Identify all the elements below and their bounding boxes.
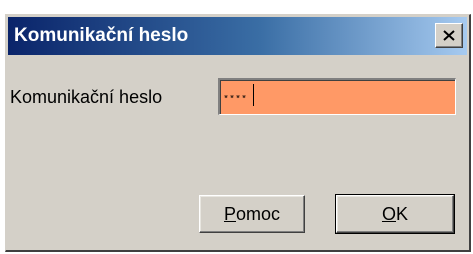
close-button[interactable] <box>435 23 463 48</box>
ok-button[interactable]: OK <box>335 194 455 234</box>
title-bar[interactable]: Komunikační heslo <box>8 17 467 55</box>
close-icon <box>443 30 455 41</box>
help-button[interactable]: Pomoc <box>199 195 305 233</box>
password-label: Komunikační heslo <box>10 87 163 107</box>
help-button-label: Pomoc <box>223 203 281 224</box>
text-caret <box>253 84 254 106</box>
ok-button-label: OK <box>381 203 409 224</box>
dialog-title: Komunikační heslo <box>14 25 189 46</box>
